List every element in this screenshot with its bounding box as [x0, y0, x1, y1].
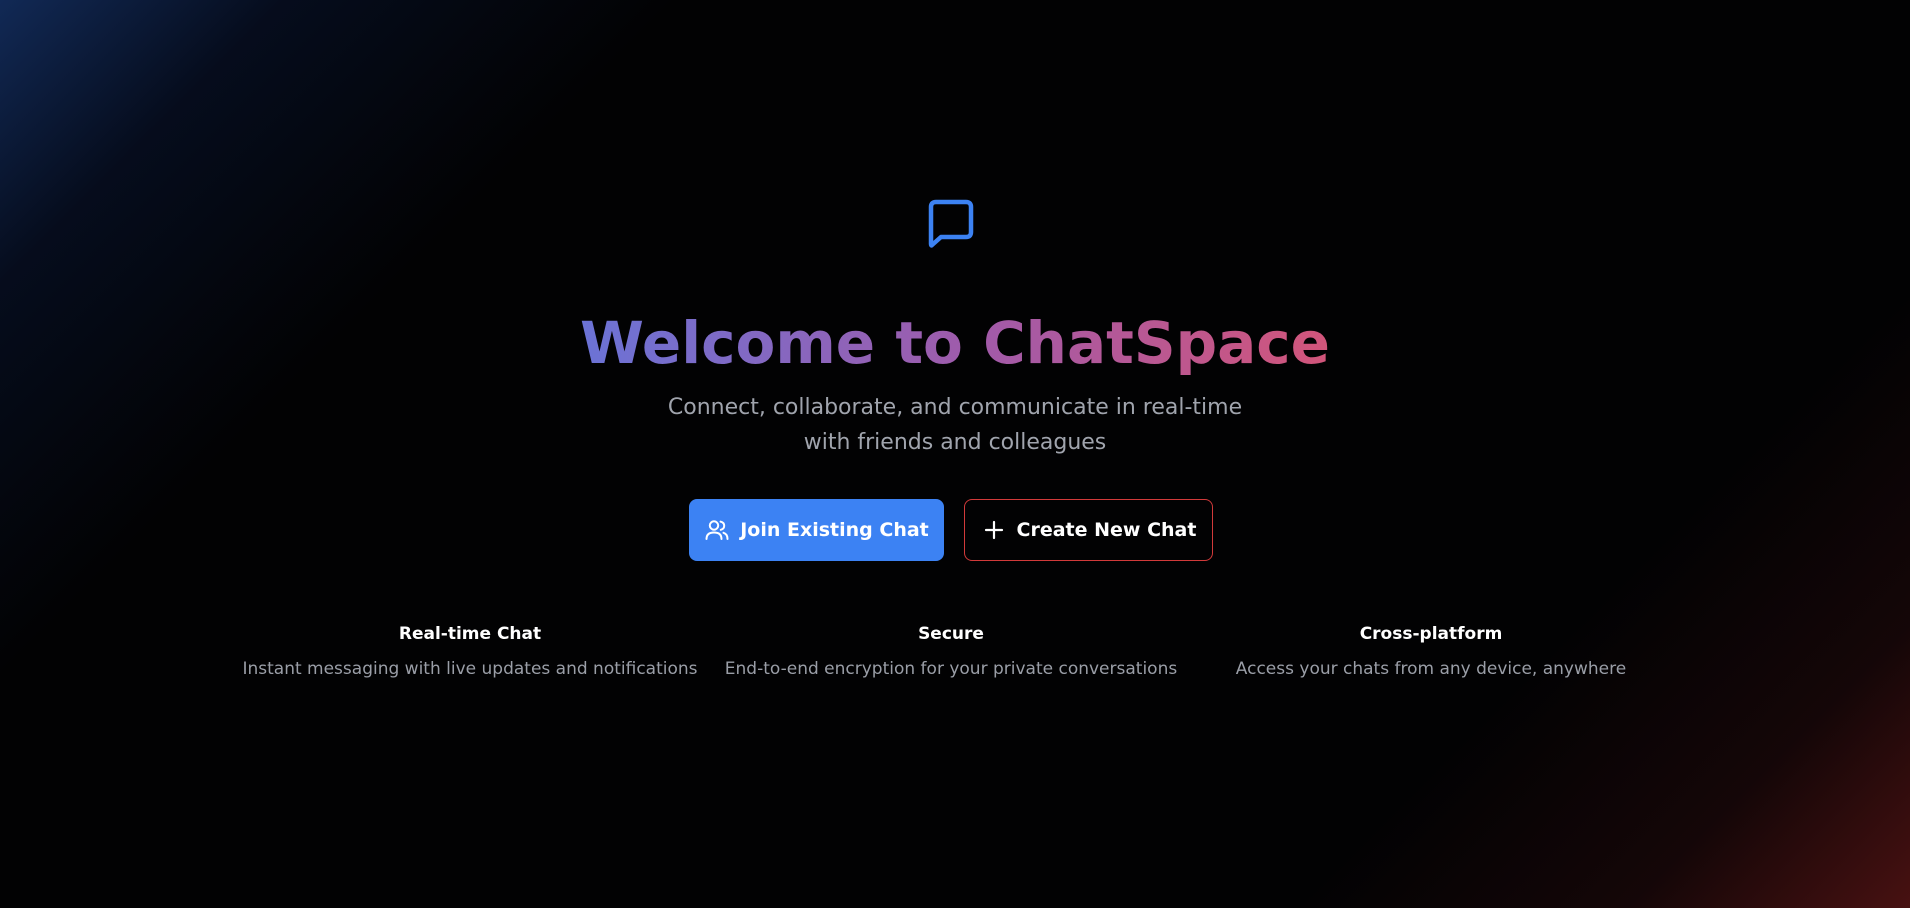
- feature-title: Secure: [918, 624, 984, 644]
- page-subtitle: Connect, collaborate, and communicate in…: [667, 395, 1243, 455]
- plus-icon: [981, 517, 1007, 543]
- feature-cross-platform: Cross-platform Access your chats from an…: [1201, 620, 1661, 684]
- page-title-text: Welcome to ChatSpace: [580, 309, 1330, 377]
- page-title: Welcome to ChatSpace: [0, 305, 1910, 381]
- create-new-chat-label: Create New Chat: [1016, 519, 1197, 541]
- users-icon: [704, 517, 730, 543]
- feature-title: Real-time Chat: [398, 624, 542, 644]
- feature-description: Instant messaging with live updates and …: [242, 659, 698, 679]
- message-square-icon: [928, 199, 974, 248]
- create-new-chat-button[interactable]: Create New Chat: [964, 499, 1213, 561]
- feature-description: Access your chats from any device, anywh…: [1235, 659, 1627, 679]
- join-existing-chat-label: Join Existing Chat: [740, 519, 929, 541]
- join-existing-chat-button[interactable]: Join Existing Chat: [689, 499, 944, 561]
- feature-secure: Secure End-to-end encryption for your pr…: [721, 620, 1181, 684]
- feature-description: End-to-end encryption for your private c…: [724, 659, 1178, 679]
- feature-title: Cross-platform: [1359, 624, 1503, 644]
- feature-realtime-chat: Real-time Chat Instant messaging with li…: [240, 620, 700, 684]
- landing-page: Welcome to ChatSpace Connect, collaborat…: [0, 0, 1910, 908]
